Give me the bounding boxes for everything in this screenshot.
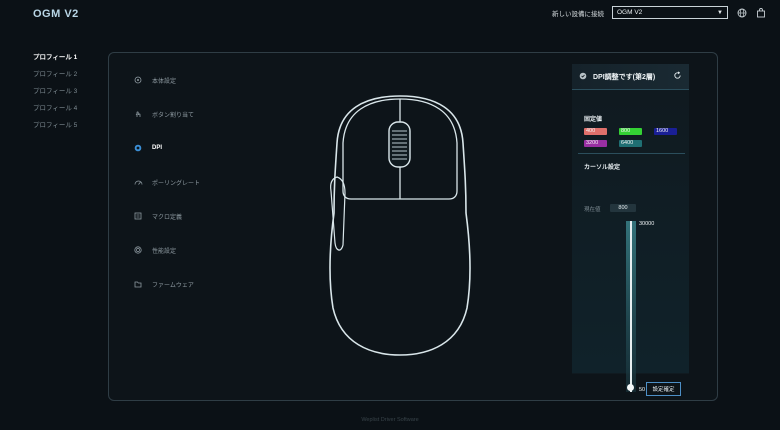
profile-item-5[interactable]: プロフィール 5 bbox=[33, 121, 83, 130]
menu-item-macro[interactable]: マクロ定義 bbox=[133, 211, 200, 221]
profile-item-3[interactable]: プロフィール 3 bbox=[33, 87, 83, 96]
menu-item-label: 本体設定 bbox=[152, 78, 177, 85]
macro-icon bbox=[133, 211, 143, 221]
menu-item-label: DPI bbox=[152, 145, 163, 151]
dpi-settings-icon bbox=[579, 72, 587, 82]
dpi-preset-chip[interactable]: 6400 bbox=[619, 140, 642, 147]
section-divider bbox=[578, 153, 685, 154]
menu-item-label: 性能設定 bbox=[152, 248, 177, 255]
dpi-panel-body: 固定値 400 800 1600 3200 6400 カーソル設定 現在値 80… bbox=[572, 90, 689, 393]
dpi-preset-chip[interactable]: 800 bbox=[619, 128, 642, 135]
dpi-panel-header: DPI調整です(第2層) bbox=[572, 64, 689, 90]
preset-label: 固定値 bbox=[584, 117, 603, 123]
settings-menu: 本体設定 ボタン割り当て DPI ポーリングレート マクロ定義 性能設定 ファー… bbox=[133, 75, 200, 313]
menu-item-label: ファームウェア bbox=[152, 282, 194, 289]
dpi-preset-chip[interactable]: 3200 bbox=[584, 140, 607, 147]
menu-item-label: ポーリングレート bbox=[152, 180, 201, 187]
confirm-settings-button[interactable]: 設定確定 bbox=[646, 382, 681, 396]
current-value-label: 現在値 bbox=[584, 207, 601, 213]
device-select[interactable]: OGM V2 ▼ bbox=[612, 6, 728, 19]
footer-text: Weplist Driver Software bbox=[361, 417, 419, 423]
firmware-icon bbox=[133, 279, 143, 289]
profile-item-2[interactable]: プロフィール 2 bbox=[33, 70, 83, 79]
menu-item-performance[interactable]: 性能設定 bbox=[133, 245, 200, 255]
speed-gauge-icon bbox=[133, 177, 143, 187]
menu-item-firmware[interactable]: ファームウェア bbox=[133, 279, 200, 289]
performance-icon bbox=[133, 245, 143, 255]
top-bar: 新しい設備に接続 OGM V2 ▼ bbox=[552, 6, 766, 19]
profile-item-4[interactable]: プロフィール 4 bbox=[33, 104, 83, 113]
current-dpi-value[interactable]: 800 bbox=[610, 204, 636, 212]
menu-item-button-assignment[interactable]: ボタン割り当て bbox=[133, 109, 200, 119]
cursor-settings-label: カーソル設定 bbox=[584, 165, 621, 171]
dpi-panel-title: DPI調整です(第2層) bbox=[593, 73, 656, 81]
device-select-value: OGM V2 bbox=[617, 9, 643, 16]
hand-pointer-icon bbox=[133, 109, 143, 119]
profile-item-1[interactable]: プロフィール 1 bbox=[33, 53, 83, 62]
app-title: OGM V2 bbox=[33, 8, 79, 20]
dpi-icon bbox=[133, 143, 143, 153]
chevron-down-icon: ▼ bbox=[717, 9, 723, 16]
reset-icon[interactable] bbox=[673, 71, 682, 82]
globe-icon[interactable] bbox=[736, 7, 747, 18]
menu-item-polling-rate[interactable]: ポーリングレート bbox=[133, 177, 200, 187]
device-settings-icon bbox=[133, 75, 143, 85]
slider-min-label: 50 bbox=[639, 387, 646, 393]
profile-list: プロフィール 1 プロフィール 2 プロフィール 3 プロフィール 4 プロフィ… bbox=[33, 53, 83, 138]
menu-item-label: ボタン割り当て bbox=[152, 112, 195, 119]
dpi-slider-track[interactable] bbox=[630, 221, 632, 392]
connect-new-device-link[interactable]: 新しい設備に接続 bbox=[552, 8, 604, 18]
mouse-illustration bbox=[329, 95, 471, 356]
menu-item-device-settings[interactable]: 本体設定 bbox=[133, 75, 200, 85]
slider-max-label: 30000 bbox=[639, 221, 655, 227]
shopping-bag-icon[interactable] bbox=[755, 7, 766, 18]
dpi-settings-panel: DPI調整です(第2層) 固定値 400 800 1600 3200 6400 … bbox=[572, 64, 689, 393]
menu-item-label: マクロ定義 bbox=[152, 214, 183, 221]
dpi-preset-chip[interactable]: 400 bbox=[584, 128, 607, 135]
dpi-preset-chip[interactable]: 1600 bbox=[654, 128, 677, 135]
dpi-slider-handle[interactable] bbox=[627, 384, 634, 391]
menu-item-dpi[interactable]: DPI bbox=[133, 143, 200, 153]
